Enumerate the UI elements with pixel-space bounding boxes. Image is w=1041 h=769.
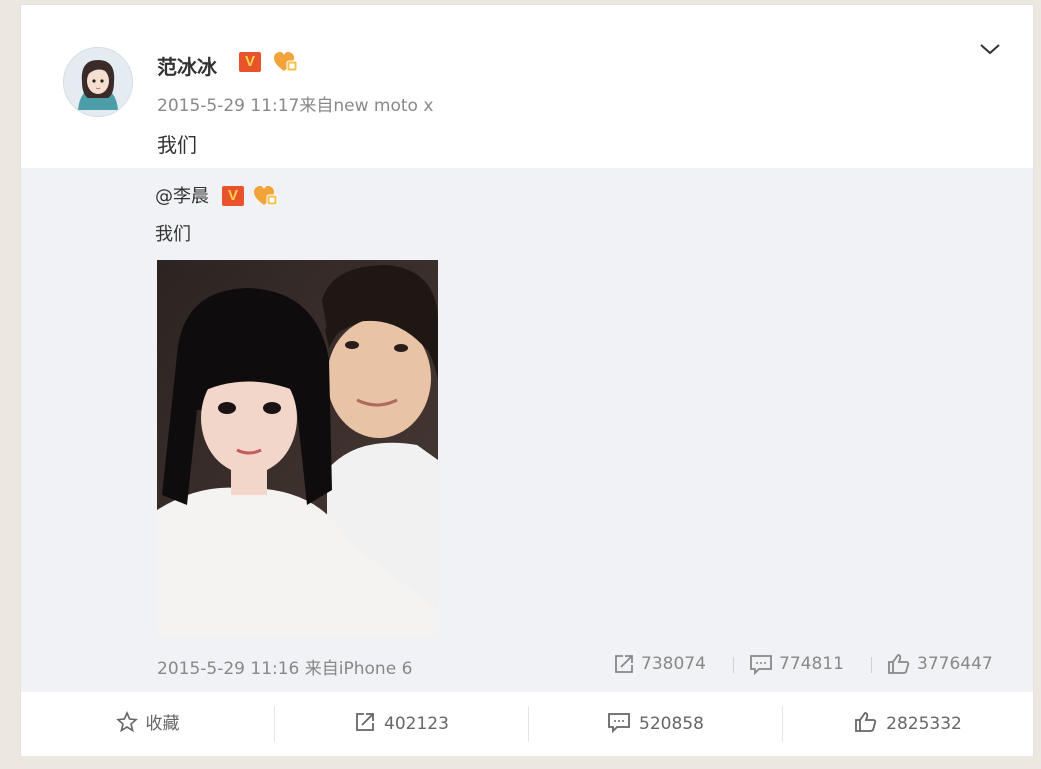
favorite-label: 收藏	[145, 714, 180, 734]
like-icon	[888, 654, 910, 674]
like-icon	[855, 712, 877, 732]
repost-repost-count: 738074	[641, 654, 706, 674]
repost-icon	[615, 655, 633, 673]
repost-text: 我们	[155, 224, 191, 245]
post-meta: 2015-5-29 11:17来自new moto x	[157, 91, 433, 116]
weibo-card: 范冰冰 V 2015-5-29 11:17来自new moto x 我们 @李晨…	[20, 4, 1034, 756]
vip-heart-icon	[254, 186, 278, 206]
comment-button[interactable]: 520858	[529, 692, 782, 756]
like-count: 2825332	[886, 714, 962, 734]
comment-icon	[608, 713, 630, 734]
repost-comment-button[interactable]: 774811	[749, 652, 844, 676]
favorite-button[interactable]: 收藏	[21, 692, 274, 756]
repost-actions: 738074 774811 3776447	[613, 652, 1013, 676]
repost-count: 402123	[384, 714, 449, 734]
star-icon	[115, 710, 138, 733]
repost-button[interactable]: 402123	[275, 692, 528, 756]
repost-like-count: 3776447	[917, 654, 993, 674]
post-text: 我们	[157, 133, 197, 157]
comment-icon	[750, 655, 772, 676]
repost-source: 来自iPhone 6	[304, 659, 413, 679]
author-avatar[interactable]	[63, 47, 133, 117]
post-datetime[interactable]: 2015-5-29 11:17	[157, 96, 299, 116]
repost-photo[interactable]	[157, 260, 438, 636]
repost-icon	[356, 713, 374, 731]
vip-heart-icon	[274, 52, 298, 72]
repost-author-name[interactable]: @李晨	[155, 182, 209, 208]
author-name[interactable]: 范冰冰	[157, 51, 217, 80]
verified-icon: V	[239, 52, 261, 72]
repost-meta: 2015-5-29 11:16 来自iPhone 6	[157, 654, 412, 679]
like-button[interactable]: 2825332	[783, 692, 1033, 756]
comment-count: 520858	[639, 714, 704, 734]
reposted-weibo: @李晨 V 我们 2015-5-29 11:16 来自iPhone 6 7380…	[21, 168, 1033, 692]
chevron-down-icon[interactable]	[977, 39, 1003, 59]
repost-like-button[interactable]: 3776447	[887, 652, 993, 676]
action-bar: 收藏 402123 520858 2825332	[21, 692, 1033, 756]
repost-comment-count: 774811	[779, 654, 844, 674]
post-source: 来自new moto x	[299, 96, 434, 116]
divider	[871, 657, 872, 673]
verified-icon: V	[222, 186, 244, 206]
repost-repost-button[interactable]: 738074	[613, 652, 706, 676]
divider	[733, 657, 734, 673]
repost-datetime[interactable]: 2015-5-29 11:16	[157, 659, 299, 679]
